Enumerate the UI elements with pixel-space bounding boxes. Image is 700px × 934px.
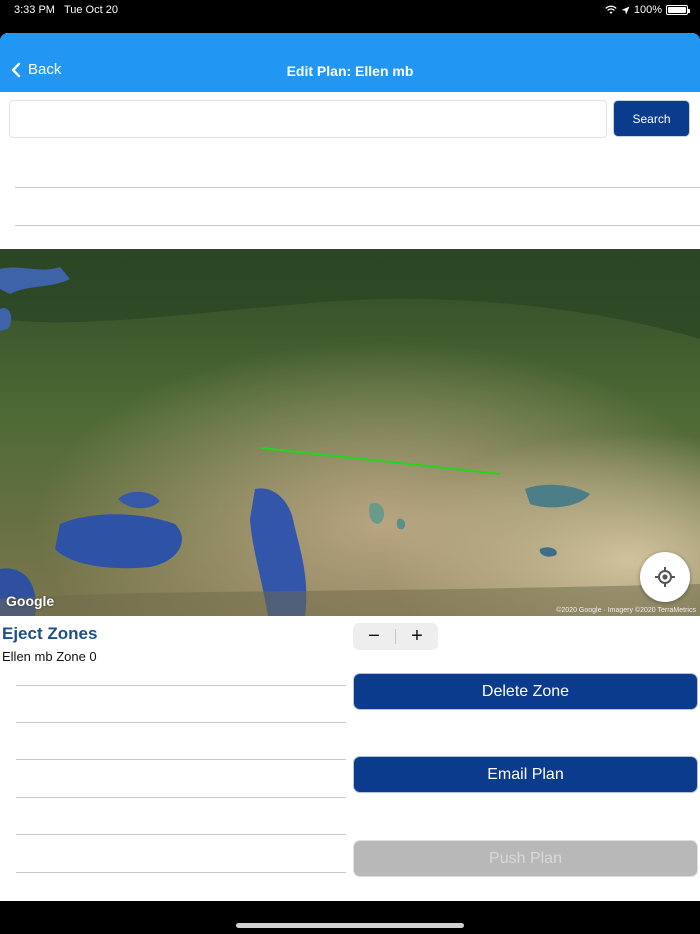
my-location-button[interactable]: [640, 552, 690, 602]
page-title: Edit Plan: Ellen mb: [286, 63, 414, 79]
stepper-plus-button[interactable]: +: [396, 623, 438, 650]
battery-percent: 100%: [633, 4, 662, 16]
zone-list-divider: [16, 797, 346, 798]
app-screen: Back Edit Plan: Ellen mb Search Google ©…: [0, 33, 700, 901]
email-plan-button[interactable]: Email Plan: [354, 757, 697, 792]
satellite-imagery: [0, 249, 700, 616]
zone-list-divider: [16, 872, 346, 873]
search-result-divider: [15, 187, 700, 188]
push-plan-button[interactable]: Push Plan: [354, 841, 697, 876]
map-attribution[interactable]: ©2020 Google · Imagery ©2020 TerraMetric…: [556, 607, 696, 614]
search-result-divider: [15, 225, 700, 226]
status-time: 3:33 PM Tue Oct 20: [14, 4, 118, 16]
status-right: 100%: [605, 4, 690, 16]
search-input[interactable]: [9, 100, 607, 138]
zone-list-divider: [16, 834, 346, 835]
zone-list-divider: [16, 759, 346, 760]
zone-list-divider: [16, 685, 346, 686]
status-bar: 3:33 PM Tue Oct 20 100%: [0, 0, 700, 22]
wifi-icon: [605, 5, 617, 14]
delete-zone-button[interactable]: Delete Zone: [354, 674, 697, 709]
crosshair-icon: [655, 567, 675, 587]
location-arrow-icon: [621, 6, 630, 14]
search-button[interactable]: Search: [614, 101, 689, 136]
map-view[interactable]: Google ©2020 Google · Imagery ©2020 Terr…: [0, 249, 700, 616]
google-logo: Google: [6, 593, 55, 609]
eject-zones-title: Eject Zones: [2, 624, 98, 643]
zone-list-divider: [16, 722, 346, 723]
home-indicator[interactable]: [236, 923, 464, 928]
stepper-minus-button[interactable]: −: [353, 623, 395, 650]
battery-icon: [666, 5, 690, 15]
list-item[interactable]: Ellen mb Zone 0: [2, 649, 97, 664]
zone-stepper: − +: [353, 623, 438, 650]
navigation-bar: Back Edit Plan: Ellen mb: [0, 33, 700, 92]
